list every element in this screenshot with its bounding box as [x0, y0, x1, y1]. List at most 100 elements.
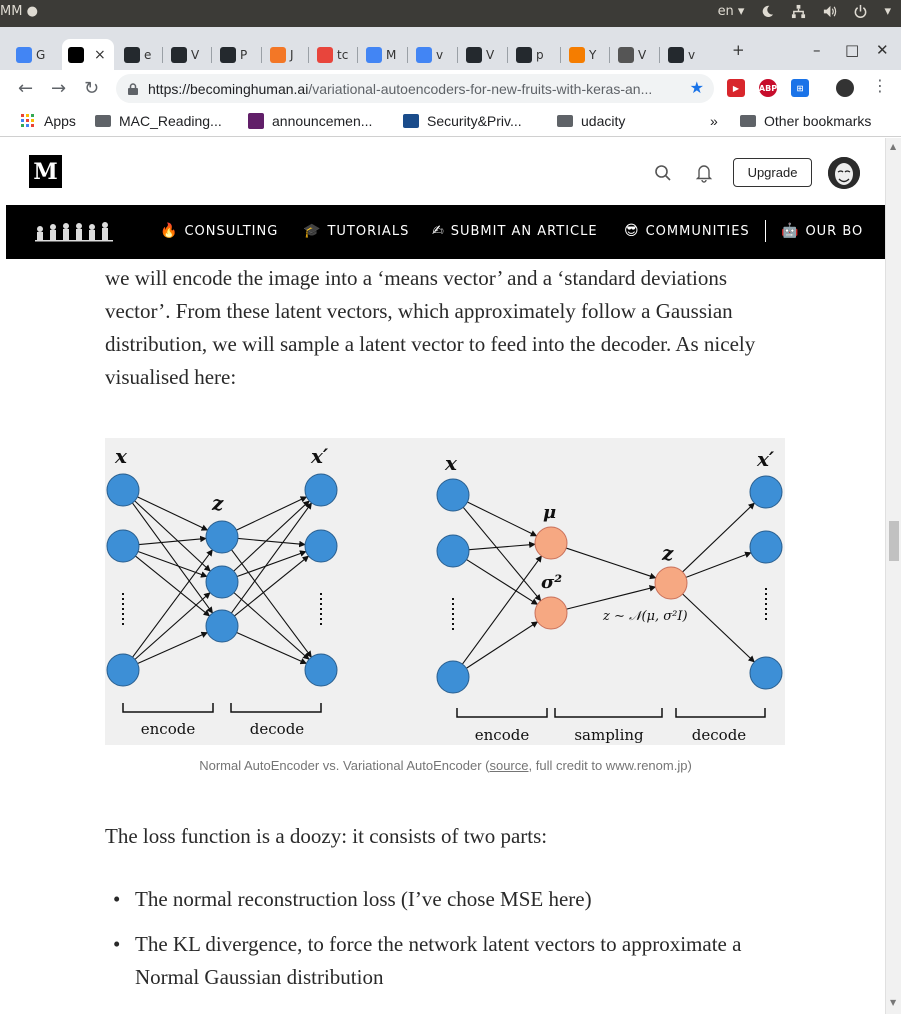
- adblock-plus-icon[interactable]: ABP: [759, 79, 777, 97]
- ae-z-label: z: [211, 491, 224, 515]
- upgrade-button[interactable]: Upgrade: [733, 158, 812, 187]
- bookmark-mac-reading[interactable]: MAC_Reading...: [95, 113, 222, 129]
- nav-label: CONSULTING: [184, 223, 279, 239]
- volume-icon[interactable]: [822, 4, 837, 19]
- scrollbar-thumb[interactable]: [889, 521, 899, 561]
- tab-separator: [308, 47, 309, 63]
- tab-favicon-icon: [416, 46, 432, 63]
- network-icon[interactable]: [791, 4, 806, 19]
- vae-z-node: [654, 566, 688, 600]
- nav-consulting[interactable]: 🔥 CONSULTING: [160, 223, 278, 239]
- bookmark-apps[interactable]: Apps: [20, 113, 76, 129]
- browser-tab[interactable]: Y: [563, 39, 607, 70]
- minimize-button[interactable]: –: [813, 41, 821, 59]
- network-nodes: [106, 473, 783, 694]
- bookmarks-overflow-button[interactable]: »: [710, 113, 718, 129]
- browser-tab[interactable]: J: [264, 39, 308, 70]
- scroll-down-arrow-icon[interactable]: ▼: [890, 998, 896, 1007]
- search-icon[interactable]: [654, 164, 672, 182]
- browser-tab[interactable]: p: [510, 39, 554, 70]
- other-bookmarks[interactable]: Other bookmarks: [740, 113, 871, 129]
- lock-icon: [128, 82, 138, 95]
- browser-menu-icon[interactable]: ⋮: [872, 76, 888, 95]
- diagram-edge: [237, 537, 306, 548]
- night-mode-icon[interactable]: [760, 4, 775, 19]
- vae-output-node: [749, 530, 783, 564]
- forward-button[interactable]: →: [51, 78, 66, 99]
- browser-tab[interactable]: ×: [62, 39, 114, 70]
- evolution-logo-icon[interactable]: [32, 220, 118, 244]
- tab-separator: [357, 47, 358, 63]
- diagram-edge: [138, 535, 207, 546]
- browser-tab-strip: G × e V P Jtc Mv Vp Y Vv + – □ ✕: [0, 27, 901, 70]
- maximize-button[interactable]: □: [845, 41, 859, 59]
- diagram-edge: [230, 502, 313, 614]
- tab-separator: [507, 47, 508, 63]
- browser-tab[interactable]: tc: [311, 39, 355, 70]
- diagram-edge: [234, 555, 310, 617]
- reload-button[interactable]: ↻: [84, 78, 99, 99]
- notification-bell-icon[interactable]: [695, 163, 713, 183]
- tab-title: G: [36, 47, 46, 62]
- tab-separator: [457, 47, 458, 63]
- vae-input-node: [436, 478, 470, 512]
- tab-close-icon[interactable]: ×: [94, 47, 106, 63]
- nav-communities[interactable]: 😎 COMMUNITIES: [624, 223, 750, 239]
- bookmark-label: MAC_Reading...: [119, 113, 222, 129]
- nav-divider: [765, 220, 766, 242]
- extension-grid-icon[interactable]: ⊞: [791, 79, 809, 97]
- browser-tab[interactable]: P: [214, 39, 258, 70]
- vae-encode-bracket: [456, 708, 548, 718]
- tab-title: V: [638, 47, 647, 62]
- new-tab-button[interactable]: +: [732, 41, 745, 59]
- folder-icon: [95, 115, 111, 127]
- language-indicator[interactable]: en ▾: [718, 4, 745, 19]
- extension-video-icon[interactable]: ▶: [727, 79, 745, 97]
- vae-sigma-label: σ²: [541, 572, 562, 593]
- power-icon[interactable]: [853, 4, 868, 19]
- browser-tab[interactable]: e: [118, 39, 162, 70]
- bookmark-announcements[interactable]: announcemen...: [248, 113, 372, 129]
- tab-separator: [659, 47, 660, 63]
- tab-favicon-icon: [270, 46, 286, 63]
- nav-our-bots[interactable]: 🤖 OUR BO: [781, 223, 863, 239]
- browser-tab[interactable]: V: [612, 39, 656, 70]
- close-window-button[interactable]: ✕: [876, 41, 889, 59]
- document-icon: [403, 114, 419, 128]
- page-scrollbar[interactable]: ▲ ▼: [885, 138, 901, 1014]
- browser-tab[interactable]: G: [10, 39, 54, 70]
- user-avatar[interactable]: [828, 157, 860, 189]
- tab-title: V: [486, 47, 495, 62]
- medium-logo[interactable]: M: [29, 155, 62, 188]
- vae-encode-label: encode: [475, 726, 530, 744]
- system-menu-chevron-icon[interactable]: ▾: [884, 4, 891, 19]
- list-item: The normal reconstruction loss (I’ve cho…: [105, 883, 785, 916]
- browser-tab[interactable]: V: [165, 39, 209, 70]
- caption-source-link[interactable]: source: [489, 758, 528, 773]
- nav-label: COMMUNITIES: [645, 223, 750, 239]
- bookmark-udacity[interactable]: udacity: [557, 113, 625, 129]
- tab-title: V: [191, 47, 200, 62]
- vae-output-node: [749, 475, 783, 509]
- diagram-edge: [462, 506, 542, 602]
- graduation-cap-icon: 🎓: [303, 223, 322, 239]
- tab-favicon-icon: [516, 46, 532, 63]
- tab-title: e: [144, 47, 152, 62]
- browser-tab[interactable]: v: [662, 39, 706, 70]
- url-path: /variational-autoencoders-for-new-fruits…: [308, 80, 653, 97]
- back-button[interactable]: ←: [18, 78, 33, 99]
- bookmark-security-privacy[interactable]: Security&Priv...: [403, 113, 522, 129]
- nav-submit-article[interactable]: ✍ SUBMIT AN ARTICLE: [432, 223, 598, 239]
- address-bar[interactable]: https://becominghuman.ai/variational-aut…: [116, 74, 714, 103]
- browser-tab[interactable]: M: [360, 39, 404, 70]
- diagram-edge: [137, 550, 208, 578]
- url-host: https://becominghuman.ai: [148, 80, 309, 97]
- bookmark-star-icon[interactable]: ★: [690, 78, 704, 98]
- tab-favicon-icon: [124, 46, 140, 63]
- tab-favicon-icon: [16, 46, 32, 63]
- nav-tutorials[interactable]: 🎓 TUTORIALS: [303, 223, 409, 239]
- browser-tab[interactable]: V: [460, 39, 504, 70]
- scroll-up-arrow-icon[interactable]: ▲: [890, 142, 896, 151]
- browser-tab[interactable]: v: [410, 39, 454, 70]
- profile-avatar-icon[interactable]: [836, 79, 854, 97]
